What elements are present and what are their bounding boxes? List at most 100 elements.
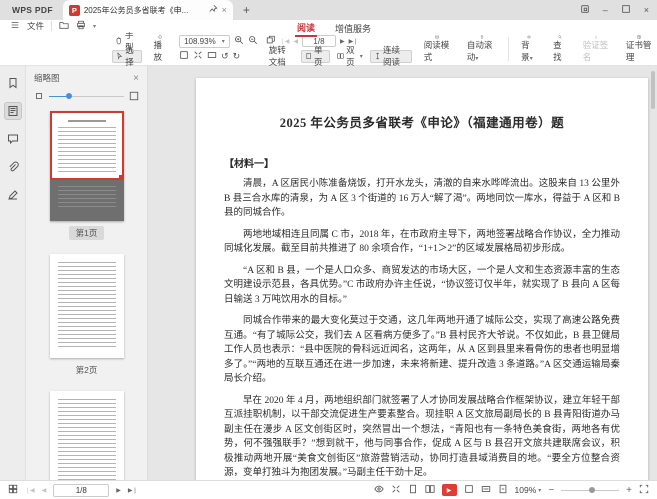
file-menu[interactable]: 文件 — [27, 20, 44, 32]
bookmarks-panel-icon[interactable] — [4, 74, 22, 92]
zoom-caret-icon: ▾ — [222, 38, 225, 45]
paragraph: 两地地域相连且同属 C 市，2018 年，在市政府主导下，两地签署战略合作协议，… — [224, 228, 620, 257]
fullscreen-icon[interactable] — [639, 484, 649, 496]
sidebar-icon-strip — [0, 66, 26, 480]
panel-close-icon[interactable]: × — [133, 73, 139, 84]
auto-scroll-button[interactable]: 自动滚动▾ — [463, 35, 501, 63]
play-slideshow-button[interactable]: ▶ — [442, 484, 457, 496]
fit-width-icon[interactable] — [481, 484, 491, 496]
hamburger-icon[interactable] — [10, 20, 20, 32]
vertical-scrollbar[interactable] — [651, 71, 655, 109]
minimize-button[interactable]: – — [603, 6, 608, 15]
page-1-hidden-area — [50, 180, 124, 221]
first-page-icon[interactable]: ❘◀ — [25, 487, 35, 494]
zoom-percent[interactable]: 109%▾ — [515, 485, 542, 495]
next-page-icon[interactable]: ▶ — [116, 487, 121, 494]
paragraph: “A 区和 B 县，一个是人口众多、商贸发达的市场大区，一个是人文和生态资源丰富… — [224, 264, 620, 308]
tab-close-icon[interactable]: × — [222, 5, 227, 15]
page-grid-icon[interactable] — [8, 484, 18, 496]
fit-width-icon[interactable] — [207, 50, 217, 62]
find-button[interactable]: 查找 — [549, 35, 571, 63]
thumbnails-panel-icon[interactable] — [4, 102, 22, 120]
main-content: 缩略图 × 第1页 第2页 — [0, 66, 657, 480]
actual-size-icon[interactable] — [179, 50, 189, 62]
eye-protection-icon[interactable] — [374, 484, 384, 496]
thumb-smaller-icon[interactable] — [34, 91, 44, 101]
close-button[interactable]: × — [644, 6, 649, 15]
tab-title: 2025年公务员多省联考《申... — [84, 5, 204, 16]
document-tab[interactable]: P 2025年公务员多省联考《申... × — [63, 0, 233, 20]
material-1-heading: 【材料一】 — [224, 155, 620, 170]
chevron-down-icon[interactable]: ▾ — [93, 23, 96, 30]
read-mode-button[interactable]: 阅读模式 — [420, 35, 455, 63]
new-tab-button[interactable]: + — [233, 3, 260, 17]
zoom-in-icon[interactable] — [234, 35, 244, 47]
single-page-button[interactable]: 单页 — [301, 50, 330, 63]
thumbnail-panel: 缩略图 × 第1页 第2页 — [26, 66, 148, 480]
fit-page-icon[interactable] — [498, 484, 508, 496]
thumbnail-slider-track[interactable] — [49, 96, 124, 97]
viewport-resize-handle[interactable] — [119, 175, 124, 180]
tab-value-services[interactable]: 增值服务 — [333, 21, 373, 36]
pin-icon[interactable] — [208, 4, 218, 16]
page-1-viewport-outline[interactable] — [50, 111, 124, 180]
cert-manage-button[interactable]: 证书管理 — [622, 35, 657, 63]
last-page-icon[interactable]: ▶❘ — [128, 487, 138, 494]
document-title: 2025 年公务员多省联考《申论》（福建通用卷）题 — [224, 112, 620, 131]
page-number-input[interactable]: 1/8 — [53, 484, 109, 497]
single-page-label: 单页 — [314, 44, 326, 68]
rotate-left-icon[interactable]: ↺ — [221, 51, 229, 62]
prev-page-icon[interactable]: ◀ — [293, 38, 298, 45]
fit-window-icon[interactable] — [391, 484, 401, 496]
document-view[interactable]: 2025 年公务员多省联考《申论》（福建通用卷）题 【材料一】 清晨，A 区居民… — [148, 66, 657, 480]
maximize-button[interactable] — [621, 4, 631, 16]
rotate-doc-button[interactable]: 旋转文档 — [266, 50, 297, 63]
thumbnail-slider-handle[interactable] — [66, 93, 72, 99]
document-page-1: 2025 年公务员多省联考《申论》（福建通用卷）题 【材料一】 清晨，A 区居民… — [196, 78, 648, 480]
page-1-thumbnail[interactable] — [50, 111, 124, 221]
signature-panel-icon[interactable] — [4, 186, 22, 204]
zoom-slider-track[interactable] — [561, 490, 619, 491]
ribbon-tabs: 阅读 增值服务 — [295, 20, 373, 37]
verify-signature-button: 验证签名 — [579, 35, 614, 63]
page-1-label[interactable]: 第1页 — [69, 226, 105, 240]
zoom-in-button[interactable]: + — [626, 485, 632, 496]
play-glyph: ▶ — [447, 487, 452, 494]
comments-panel-icon[interactable] — [4, 130, 22, 148]
actual-size-icon[interactable] — [464, 484, 474, 496]
rotate-right-icon[interactable]: ↻ — [233, 51, 241, 62]
single-page-icon[interactable] — [408, 484, 418, 496]
thumbnail-size-slider[interactable] — [26, 88, 147, 107]
zoom-out-icon[interactable] — [248, 35, 258, 47]
print-icon[interactable] — [76, 20, 86, 32]
background-label: 背景 — [521, 40, 530, 62]
play-button[interactable]: 播放 — [150, 35, 172, 63]
page-2-thumbnail[interactable] — [50, 254, 124, 358]
page-3-thumbnail[interactable] — [50, 391, 124, 480]
app-logo[interactable]: WPS PDF — [0, 5, 63, 15]
select-tool-button[interactable]: 选择 — [112, 50, 142, 63]
background-label-row: 背景▾ — [521, 39, 537, 63]
background-button[interactable]: 背景▾ — [517, 35, 541, 63]
next-page-icon[interactable]: ▶ — [340, 38, 345, 45]
zoom-slider-handle[interactable] — [589, 487, 595, 493]
page-2-label[interactable]: 第2页 — [69, 363, 105, 377]
prev-page-icon[interactable]: ◀ — [42, 487, 47, 494]
pointer-tools-group: 手型 选择 — [112, 35, 142, 63]
layout-icon[interactable] — [580, 4, 590, 16]
status-bar: ❘◀ ◀ 1/8 ▶ ▶❘ ▶ 109%▾ − + — [0, 480, 657, 499]
double-page-icon[interactable] — [425, 484, 435, 496]
continuous-read-button[interactable]: 连续阅读 — [370, 50, 412, 63]
zoom-input[interactable]: 108.93% ▾ — [179, 35, 230, 48]
double-page-button[interactable]: 双页 ▾ — [334, 50, 366, 63]
thumb-larger-icon[interactable] — [129, 91, 139, 101]
paragraph: 清晨，A 区居民小陈准备烧饭，打开水龙头，清澈的自来水哗哗流出。这股来自 13 … — [224, 177, 620, 221]
fit-page-icon[interactable] — [193, 50, 203, 62]
attachments-panel-icon[interactable] — [4, 158, 22, 176]
zoom-out-button[interactable]: − — [548, 485, 554, 496]
tab-read[interactable]: 阅读 — [295, 20, 317, 37]
double-page-label: 双页 — [346, 44, 358, 68]
open-folder-icon[interactable] — [59, 20, 69, 32]
toolbar-divider — [508, 37, 509, 61]
thumbnail-panel-title: 缩略图 — [34, 72, 60, 84]
